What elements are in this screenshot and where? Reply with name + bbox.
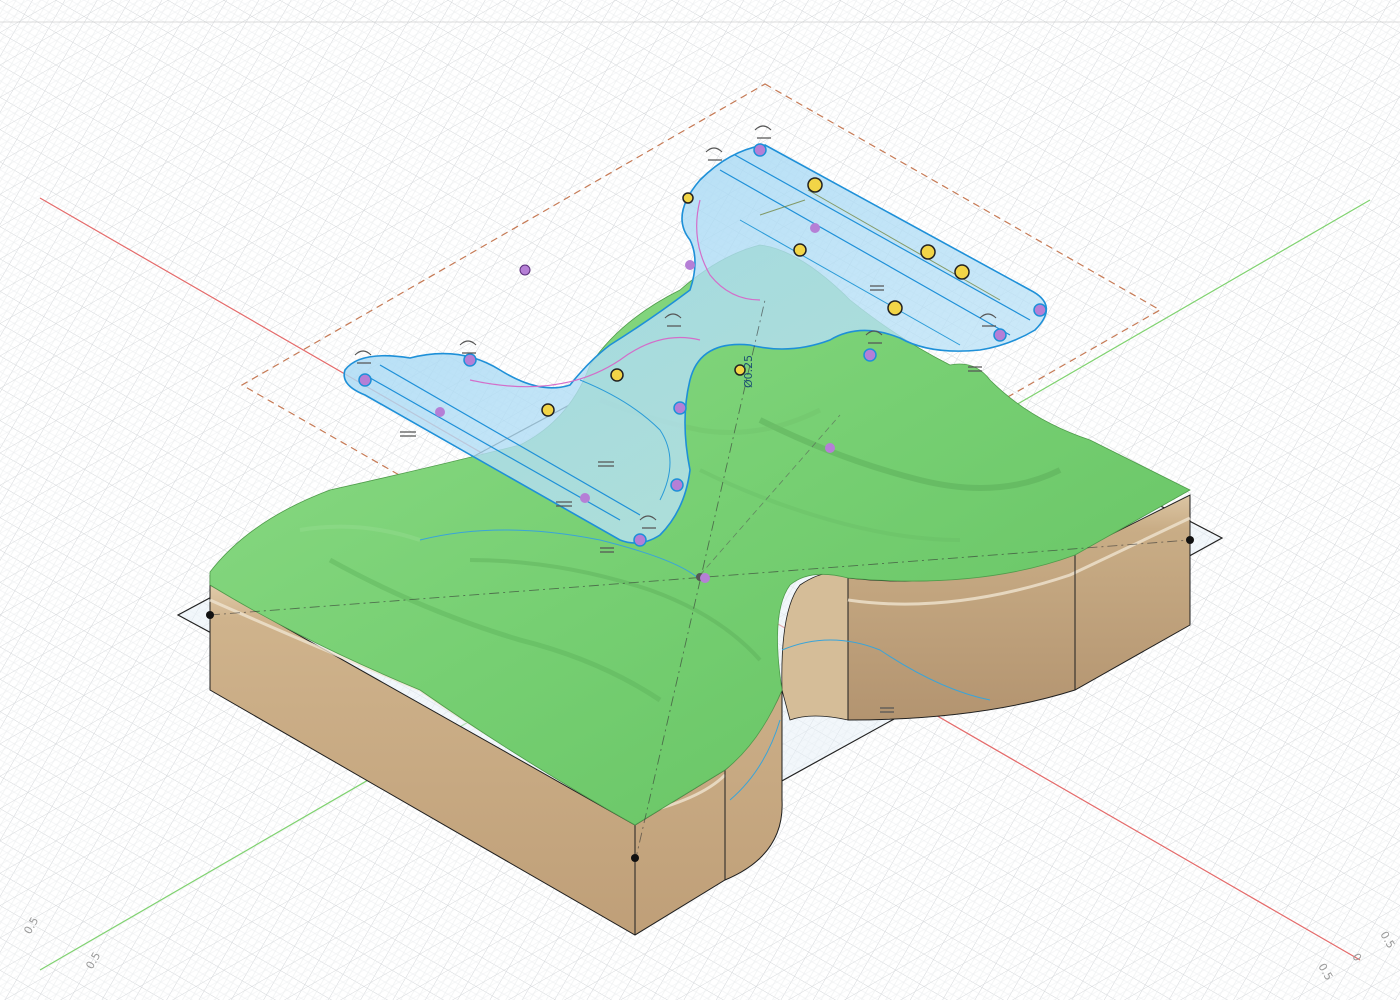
sketch-dimension[interactable]: Ø0.25 bbox=[742, 355, 755, 388]
sketch-point-icon[interactable] bbox=[993, 328, 1007, 342]
sketch-point-icon[interactable] bbox=[700, 573, 710, 583]
sketch-point-icon[interactable] bbox=[519, 264, 531, 276]
sketch-point-icon[interactable] bbox=[633, 533, 647, 547]
sketch-constraint-icon[interactable] bbox=[610, 368, 624, 382]
sketch-point-icon[interactable] bbox=[685, 260, 695, 270]
sketch-point-icon[interactable] bbox=[358, 373, 372, 387]
sketch-point-icon[interactable] bbox=[810, 223, 820, 233]
sketch-point-icon[interactable] bbox=[435, 407, 445, 417]
origin-point-icon[interactable] bbox=[206, 611, 214, 619]
sketch-constraint-icon[interactable] bbox=[807, 177, 823, 193]
sketch-point-icon[interactable] bbox=[580, 493, 590, 503]
sketch-constraint-icon[interactable] bbox=[793, 243, 807, 257]
sketch-constraint-icon[interactable] bbox=[682, 192, 694, 204]
sketch-point-icon[interactable] bbox=[753, 143, 767, 157]
sketch-point-icon[interactable] bbox=[673, 401, 687, 415]
sketch-point-icon[interactable] bbox=[463, 353, 477, 367]
sketch-point-icon[interactable] bbox=[1033, 303, 1047, 317]
origin-point-icon[interactable] bbox=[1186, 536, 1194, 544]
sketch-point-icon[interactable] bbox=[863, 348, 877, 362]
sketch-constraint-icon[interactable] bbox=[954, 264, 970, 280]
canvas-viewport[interactable]: 0.5 0.5 0 0.5 0.5 Ø0.25 bbox=[0, 0, 1400, 1000]
sketch-constraint-icon[interactable] bbox=[920, 244, 936, 260]
sketch-constraint-icon[interactable] bbox=[541, 403, 555, 417]
sketch-constraint-icon[interactable] bbox=[887, 300, 903, 316]
sketch-point-icon[interactable] bbox=[670, 478, 684, 492]
scene-svg[interactable]: 0.5 0.5 0 0.5 0.5 Ø0.25 bbox=[0, 0, 1400, 1000]
origin-point-icon[interactable] bbox=[631, 854, 639, 862]
sketch-point-icon[interactable] bbox=[825, 443, 835, 453]
